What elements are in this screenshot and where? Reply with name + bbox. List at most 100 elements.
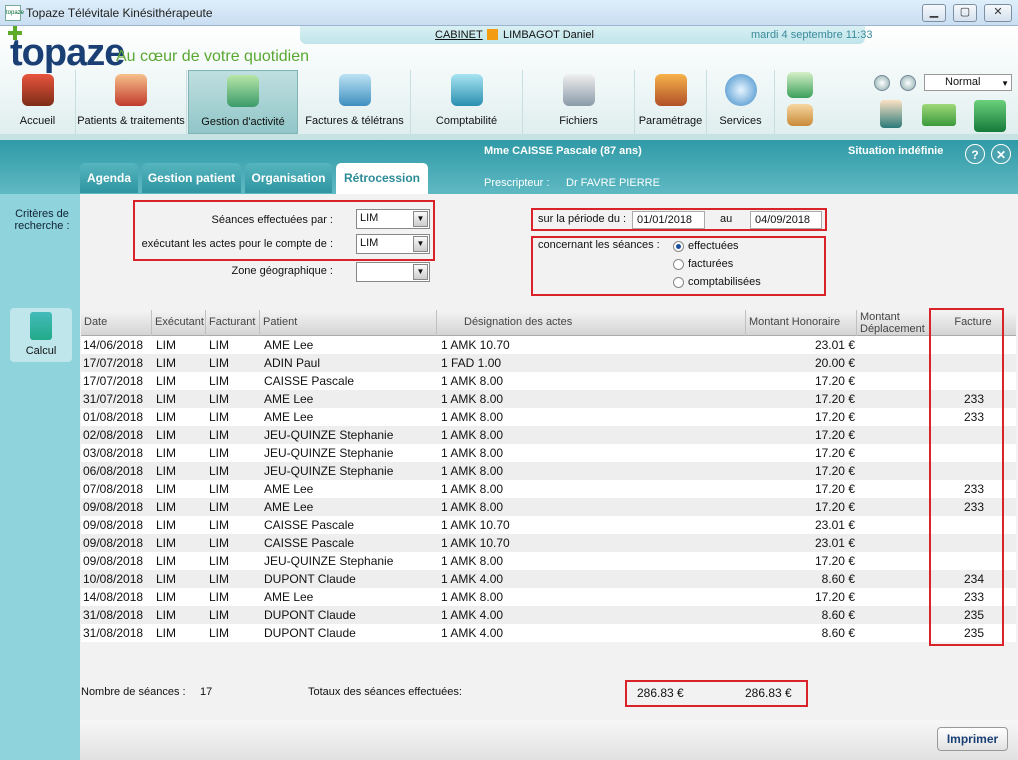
col-patient[interactable]: Patient [260,310,437,336]
cell-honoraire: 23.01 € [814,338,855,352]
cell-facturant: LIM [209,338,230,352]
cell-facturant: LIM [209,590,230,604]
cell-deplacement [859,408,929,426]
col-executant[interactable]: Exécutant [152,310,206,336]
seances-select[interactable]: LIM ▼ [356,209,430,229]
minimize-button[interactable]: ▁ [922,4,946,22]
period-from-input[interactable]: 01/01/2018 [632,211,705,229]
radio-facturees[interactable] [673,259,684,270]
cell-facturant: LIM [209,518,230,532]
cell-deplacement [859,498,929,516]
zoom-in-button[interactable] [900,75,916,91]
nav-parametrage[interactable]: Paramétrage [635,70,707,134]
table-row[interactable]: 31/08/2018 LIM LIM DUPONT Claude 1 AMK 4.00 8… [81,606,1016,624]
cell-designation: 1 AMK 8.00 [441,410,504,424]
nav-fichiers[interactable]: Fichiers [523,70,635,134]
cell-patient: AME Lee [264,392,314,406]
cell-executant: LIM [156,518,177,532]
prescriber-label: Prescripteur : [484,177,550,189]
cell-deplacement [859,624,929,642]
cell-honoraire: 17.20 € [814,590,855,604]
table-row[interactable]: 03/08/2018 LIM LIM JEU-QUINZE Stephanie 1 AM… [81,444,1016,462]
table-row[interactable]: 31/08/2018 LIM LIM DUPONT Claude 1 AMK 4.00 8… [81,624,1016,642]
cell-deplacement [859,588,929,606]
period-au-label: au [720,213,733,225]
cell-date: 14/08/2018 [83,590,144,604]
table-row[interactable]: 06/08/2018 LIM LIM JEU-QUINZE Stephanie 1 AM… [81,462,1016,480]
zone-select[interactable]: ▼ [356,262,430,282]
col-date[interactable]: Date [81,310,152,336]
table-row[interactable]: 31/07/2018 LIM LIM AME Lee 1 AMK 8.00 17.20 €… [81,390,1016,408]
nav-patients[interactable]: Patients & traitements [76,70,187,134]
nav-factures[interactable]: Factures & télétrans [299,70,411,134]
table-row[interactable]: 02/08/2018 LIM LIM JEU-QUINZE Stephanie 1 AM… [81,426,1016,444]
table-row[interactable]: 01/08/2018 LIM LIM AME Lee 1 AMK 8.00 17.20 €… [81,408,1016,426]
cell-patient: JEU-QUINZE Stephanie [264,428,394,442]
tab-agenda[interactable]: Agenda [80,163,138,193]
table-row[interactable]: 09/08/2018 LIM LIM AME Lee 1 AMK 8.00 17.20 €… [81,498,1016,516]
cabinet-link[interactable]: CABINET [435,29,483,41]
table-row[interactable]: 17/07/2018 LIM LIM ADIN Paul 1 FAD 1.00 20.00… [81,354,1016,372]
cell-designation: 1 AMK 8.00 [441,590,504,604]
cell-date: 09/08/2018 [83,536,144,550]
executant-select[interactable]: LIM ▼ [356,234,430,254]
tab-gestion-patient[interactable]: Gestion patient [142,163,241,193]
col-facturant[interactable]: Facturant [206,310,260,336]
nb-seances-value: 17 [200,686,213,698]
close-window-button[interactable]: ✕ [984,4,1012,22]
calcul-button[interactable]: Calcul [10,308,72,362]
cell-date: 31/08/2018 [83,626,144,640]
cell-facturant: LIM [209,500,230,514]
table-row[interactable]: 14/08/2018 LIM LIM AME Lee 1 AMK 8.00 17.20 €… [81,588,1016,606]
close-patient-icon[interactable]: ✕ [991,144,1011,164]
cell-executant: LIM [156,590,177,604]
table-row[interactable]: 09/08/2018 LIM LIM JEU-QUINZE Stephanie 1 AM… [81,552,1016,570]
bottom-bar [80,720,1018,760]
cell-executant: LIM [156,356,177,370]
cell-deplacement [859,480,929,498]
radio-effectuees[interactable] [673,241,684,252]
col-montant-honoraire[interactable]: Montant Honoraire [746,310,857,336]
zoom-out-button[interactable] [874,75,890,91]
mode-select[interactable]: Normal ▼ [924,74,1012,91]
table-row[interactable]: 14/06/2018 LIM LIM AME Lee 1 AMK 10.70 23.01 … [81,336,1016,354]
cell-executant: LIM [156,536,177,550]
prescriber-name: Dr FAVRE PIERRE [566,177,660,189]
radio-comptabilisees[interactable] [673,277,684,288]
tab-organisation[interactable]: Organisation [245,163,332,193]
table-row[interactable]: 09/08/2018 LIM LIM CAISSE Pascale 1 AMK 10.7… [81,534,1016,552]
chart-tool-icon[interactable] [787,72,813,98]
nav-gestion-activite[interactable]: Gestion d'activité [188,70,298,134]
nav-comptabilite[interactable]: Comptabilité [411,70,523,134]
cell-executant: LIM [156,428,177,442]
nav-services[interactable]: Services [707,70,775,134]
nav-accueil[interactable]: Accueil [0,70,76,134]
patients-icon [115,74,147,106]
window-title: Topaze Télévitale Kinésithérapeute [26,6,213,20]
card-reader-icon[interactable] [974,100,1006,132]
period-to-input[interactable]: 04/09/2018 [750,211,822,229]
help-icon[interactable]: ? [965,144,985,164]
cell-facturant: LIM [209,374,230,388]
table-row[interactable]: 07/08/2018 LIM LIM AME Lee 1 AMK 8.00 17.20 €… [81,480,1016,498]
zone-label: Zone géographique : [231,265,333,277]
table-row[interactable]: 17/07/2018 LIM LIM CAISSE Pascale 1 AMK 8.00… [81,372,1016,390]
practitioner-icon[interactable] [880,100,902,128]
col-montant-deplacement[interactable]: Montant Déplacement [857,310,930,336]
table-row[interactable]: 09/08/2018 LIM LIM CAISSE Pascale 1 AMK 10.7… [81,516,1016,534]
table-row[interactable]: 10/08/2018 LIM LIM DUPONT Claude 1 AMK 4.00 8… [81,570,1016,588]
cell-designation: 1 AMK 8.00 [441,446,504,460]
vitale-card-icon[interactable] [922,104,956,126]
col-designation[interactable]: Désignation des actes [437,310,746,336]
pencil-icon[interactable] [787,104,813,126]
cell-designation: 1 AMK 10.70 [441,518,510,532]
current-date: mardi 4 septembre 11:33 [751,29,873,41]
cell-executant: LIM [156,392,177,406]
tagline: Au cœur de votre quotidien [116,48,309,65]
cell-designation: 1 FAD 1.00 [441,356,502,370]
print-button[interactable]: Imprimer [937,727,1008,751]
maximize-button[interactable]: ▢ [953,4,977,22]
cell-executant: LIM [156,374,177,388]
cell-deplacement [859,372,929,390]
tab-retrocession[interactable]: Rétrocession [336,163,428,194]
